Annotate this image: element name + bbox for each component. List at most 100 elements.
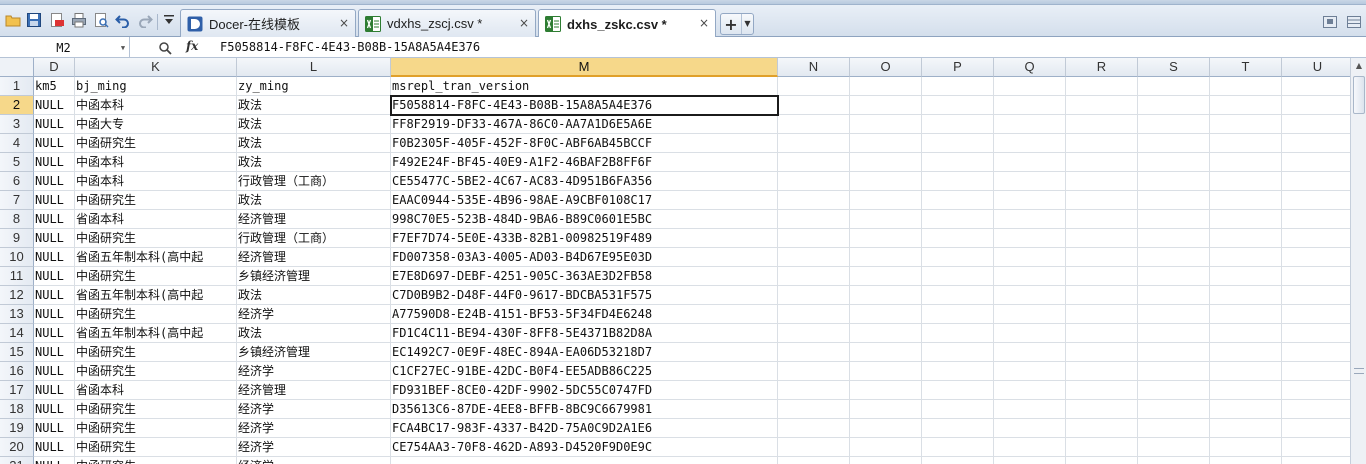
cell[interactable] <box>1138 191 1210 210</box>
zoom-search-icon[interactable] <box>158 40 172 55</box>
cell[interactable] <box>922 286 994 305</box>
row-header[interactable]: 17 <box>0 381 34 400</box>
cell[interactable]: FCA4BC17-983F-4337-B42D-75A0C9D2A1E6 <box>391 419 778 438</box>
cell[interactable] <box>778 400 850 419</box>
split-grip[interactable] <box>1354 368 1364 374</box>
cell[interactable] <box>922 381 994 400</box>
name-box[interactable]: M2 ▼ <box>0 37 130 58</box>
row-header[interactable]: 15 <box>0 343 34 362</box>
layout-icon[interactable] <box>1346 15 1362 29</box>
cell[interactable] <box>850 343 922 362</box>
cell[interactable] <box>850 362 922 381</box>
cell[interactable]: NULL <box>34 153 75 172</box>
cell[interactable] <box>922 419 994 438</box>
cell[interactable] <box>850 305 922 324</box>
cell[interactable] <box>994 343 1066 362</box>
cell[interactable] <box>922 229 994 248</box>
cell[interactable] <box>1210 362 1282 381</box>
cell[interactable]: 省函五年制本科(高中起 <box>75 324 237 343</box>
cell[interactable]: 政法 <box>237 115 391 134</box>
cell[interactable]: 中函本科 <box>75 96 237 115</box>
cell[interactable] <box>1066 438 1138 457</box>
cell[interactable] <box>850 248 922 267</box>
cell[interactable] <box>1282 419 1350 438</box>
cell[interactable] <box>994 438 1066 457</box>
cell[interactable]: F492E24F-BF45-40E9-A1F2-46BAF2B8FF6F <box>391 153 778 172</box>
column-header[interactable]: S <box>1138 58 1210 77</box>
cell[interactable] <box>1066 324 1138 343</box>
cell[interactable] <box>1282 362 1350 381</box>
row-header[interactable]: 1 <box>0 77 34 96</box>
cell[interactable] <box>778 267 850 286</box>
cell[interactable] <box>922 77 994 96</box>
cell[interactable] <box>1282 191 1350 210</box>
cell[interactable]: bj_ming <box>75 77 237 96</box>
row-header[interactable]: 20 <box>0 438 34 457</box>
cell[interactable] <box>1210 286 1282 305</box>
cell[interactable] <box>994 419 1066 438</box>
cell[interactable]: FD007358-03A3-4005-AD03-B4D67E95E03D <box>391 248 778 267</box>
cell[interactable] <box>1066 134 1138 153</box>
row-header[interactable]: 13 <box>0 305 34 324</box>
print-icon[interactable] <box>70 11 88 29</box>
save-icon[interactable] <box>25 11 43 29</box>
cell[interactable] <box>778 77 850 96</box>
cell[interactable] <box>1210 438 1282 457</box>
column-header[interactable]: P <box>922 58 994 77</box>
cell[interactable] <box>778 286 850 305</box>
cell[interactable]: 政法 <box>237 324 391 343</box>
cell[interactable] <box>391 457 778 464</box>
cell[interactable] <box>1282 134 1350 153</box>
cell[interactable]: 省函五年制本科(高中起 <box>75 286 237 305</box>
cell[interactable] <box>994 400 1066 419</box>
cell[interactable] <box>850 172 922 191</box>
row-header[interactable]: 7 <box>0 191 34 210</box>
row-header[interactable]: 9 <box>0 229 34 248</box>
cell[interactable] <box>1066 210 1138 229</box>
cell[interactable] <box>778 381 850 400</box>
cell[interactable] <box>1282 438 1350 457</box>
chevron-down-icon[interactable]: ▼ <box>117 44 129 52</box>
cell[interactable] <box>1066 286 1138 305</box>
cell[interactable]: NULL <box>34 419 75 438</box>
cell[interactable] <box>1066 381 1138 400</box>
cell[interactable] <box>1066 457 1138 464</box>
cell[interactable] <box>778 210 850 229</box>
row-header[interactable]: 8 <box>0 210 34 229</box>
cell[interactable] <box>1066 248 1138 267</box>
cell[interactable] <box>1138 324 1210 343</box>
cell[interactable] <box>1066 153 1138 172</box>
cell[interactable] <box>922 191 994 210</box>
cell[interactable]: NULL <box>34 96 75 115</box>
cell[interactable] <box>922 134 994 153</box>
formula-input[interactable]: F5058814-F8FC-4E43-B08B-15A8A5A4E376 <box>220 40 480 54</box>
row-header[interactable]: 18 <box>0 400 34 419</box>
cell[interactable] <box>922 438 994 457</box>
cell[interactable]: NULL <box>34 134 75 153</box>
cell[interactable]: E7E8D697-DEBF-4251-905C-363AE3D2FB58 <box>391 267 778 286</box>
cell[interactable] <box>994 229 1066 248</box>
cell[interactable] <box>1138 381 1210 400</box>
cell[interactable]: 行政管理（工商） <box>237 172 391 191</box>
cell[interactable]: 中函研究生 <box>75 305 237 324</box>
cell[interactable] <box>1138 153 1210 172</box>
column-header[interactable]: Q <box>994 58 1066 77</box>
cell[interactable] <box>922 362 994 381</box>
cell[interactable] <box>778 324 850 343</box>
spreadsheet-grid[interactable]: D K L M N O P Q R S T U 1 km5 bj_ming zy_ming msrepl_tra… <box>0 58 1350 464</box>
row-header[interactable]: 19 <box>0 419 34 438</box>
cell[interactable] <box>922 153 994 172</box>
cell[interactable] <box>1066 305 1138 324</box>
cell[interactable] <box>994 267 1066 286</box>
cell[interactable] <box>1282 153 1350 172</box>
cell[interactable]: 经济学 <box>237 457 391 464</box>
cell[interactable]: EC1492C7-0E9F-48EC-894A-EA06D53218D7 <box>391 343 778 362</box>
cell[interactable]: NULL <box>34 115 75 134</box>
cell[interactable] <box>850 419 922 438</box>
cell[interactable]: 省函本科 <box>75 210 237 229</box>
cell[interactable]: FD931BEF-8CE0-42DF-9902-5DC55C0747FD <box>391 381 778 400</box>
cell[interactable] <box>850 115 922 134</box>
cell[interactable]: 中函研究生 <box>75 229 237 248</box>
column-header[interactable]: D <box>34 58 75 77</box>
vertical-scrollbar[interactable]: ▲ <box>1350 58 1366 464</box>
